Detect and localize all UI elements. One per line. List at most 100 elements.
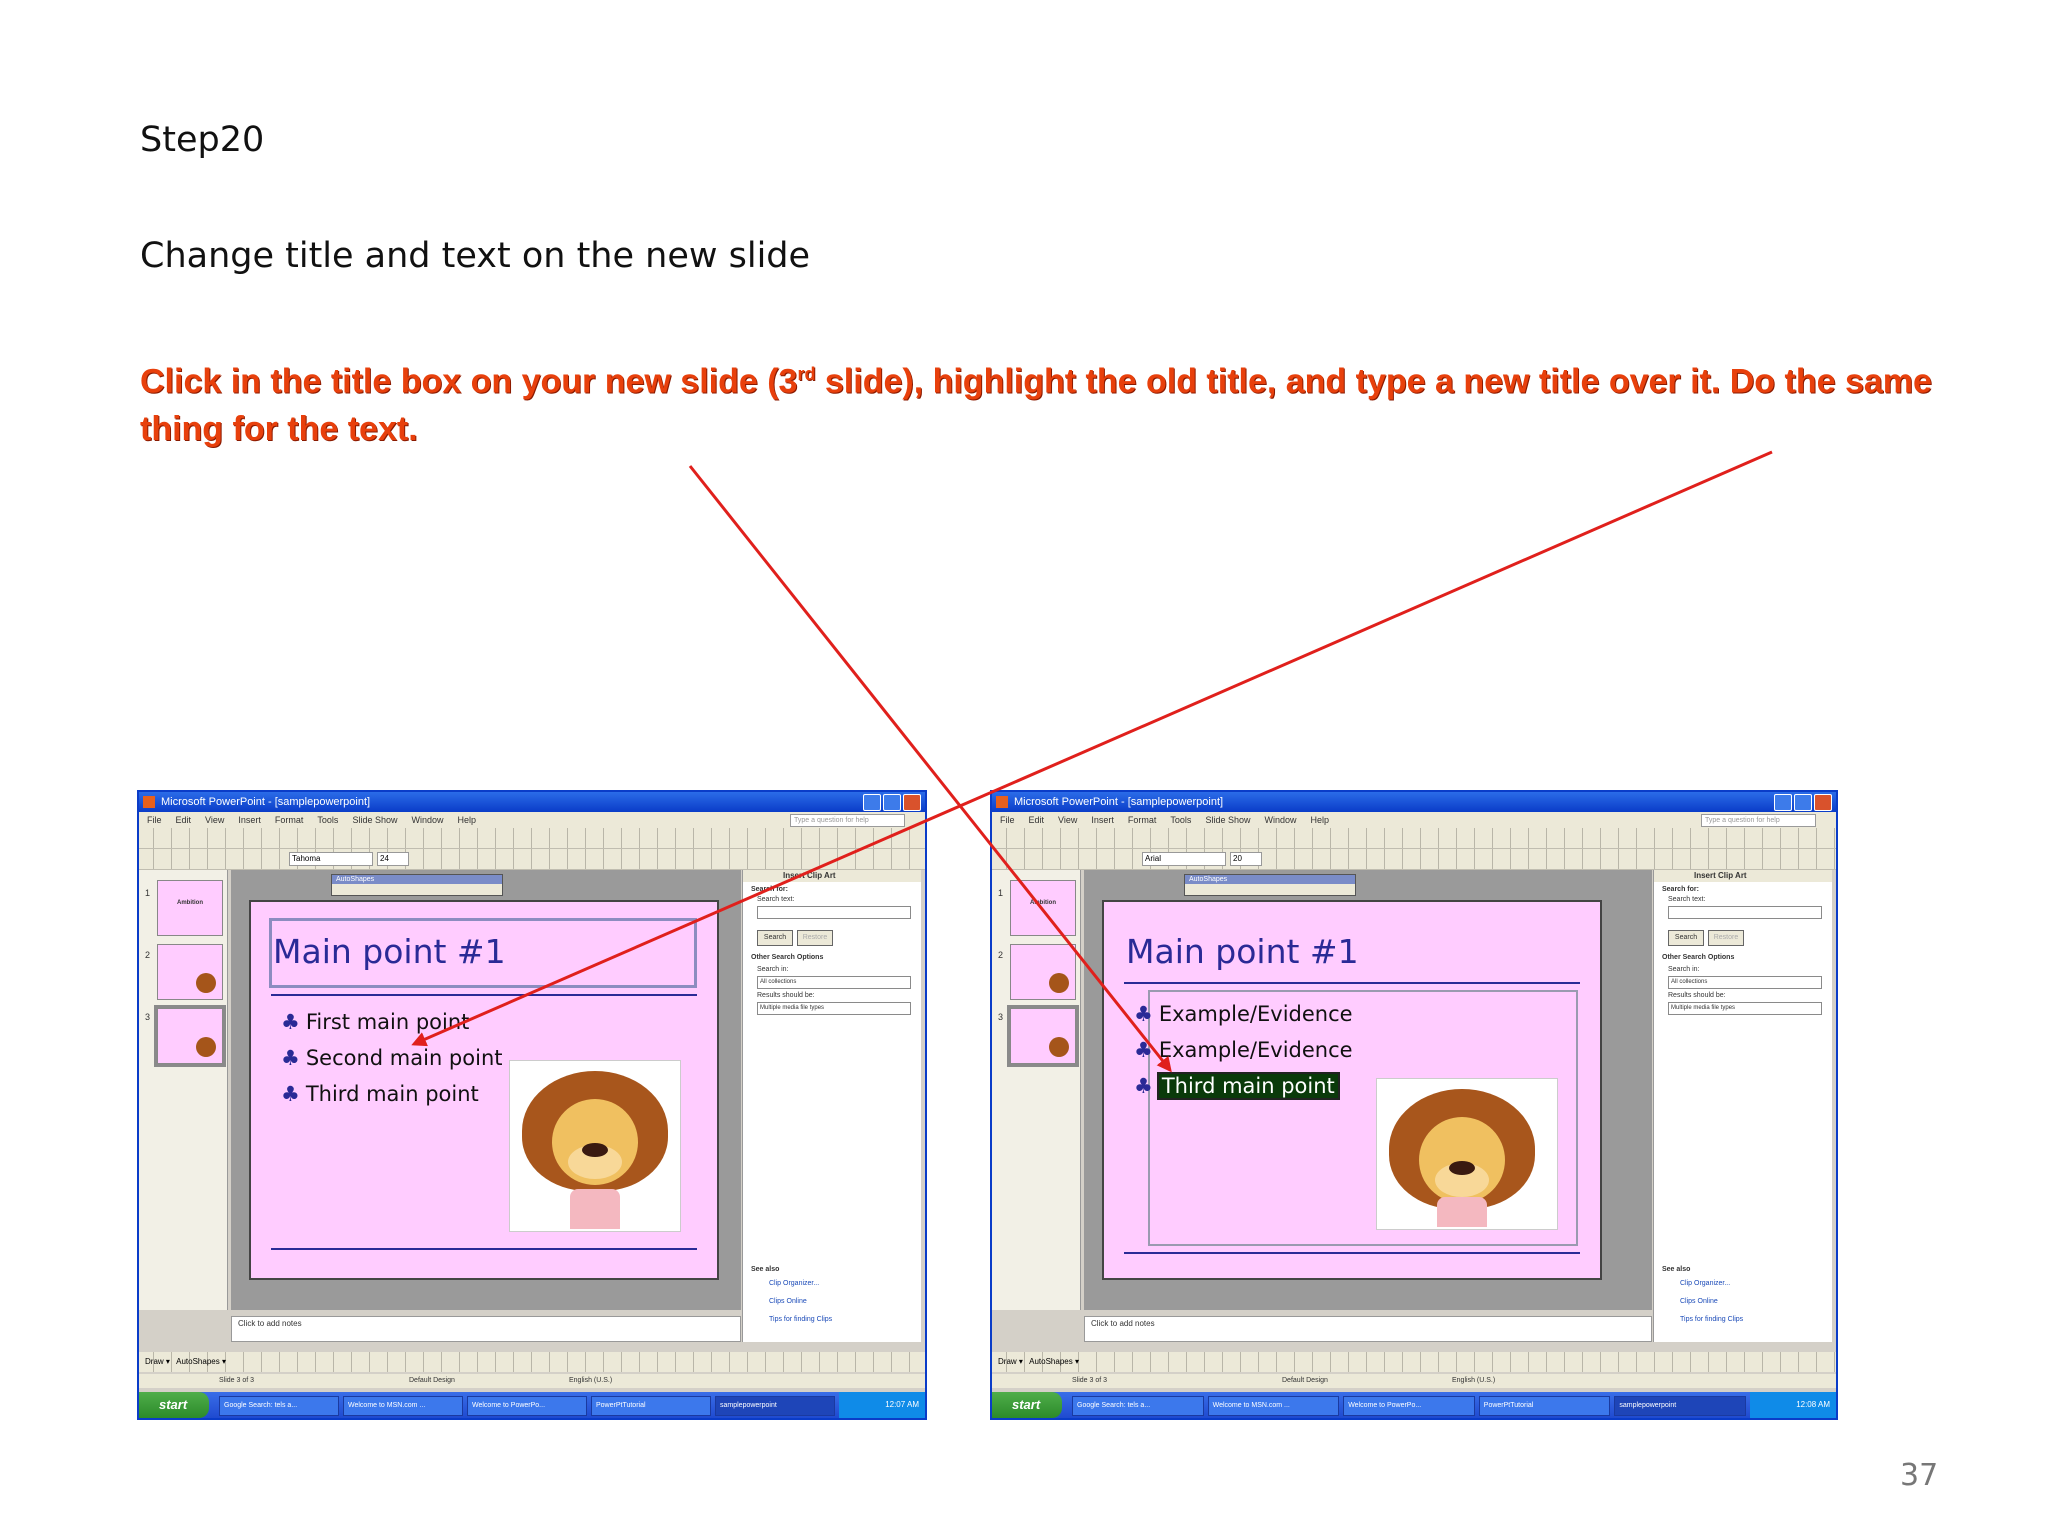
menu-format[interactable]: Format bbox=[1128, 815, 1157, 825]
font-size-select[interactable]: 20 bbox=[1230, 852, 1262, 866]
taskbar-item[interactable]: PowerPtTutorial bbox=[1478, 1396, 1611, 1416]
slide-title[interactable]: Main point #1 bbox=[1126, 932, 1359, 971]
autoshapes-menu[interactable]: AutoShapes bbox=[1029, 1357, 1073, 1366]
autoshapes-toolbar[interactable]: AutoShapes bbox=[1184, 874, 1356, 896]
drawing-toolbar[interactable]: Draw ▾ AutoShapes ▾ bbox=[992, 1352, 1836, 1372]
standard-toolbar[interactable] bbox=[992, 828, 1836, 849]
tips-link[interactable]: Tips for finding Clips bbox=[1680, 1316, 1743, 1323]
notes-pane[interactable]: Click to add notes bbox=[231, 1316, 741, 1342]
taskbar-item[interactable]: samplepowerpoint bbox=[1614, 1396, 1746, 1416]
menu-slideshow[interactable]: Slide Show bbox=[1205, 815, 1250, 825]
clip-organizer-link[interactable]: Clip Organizer... bbox=[1680, 1280, 1730, 1287]
font-size-select[interactable]: 24 bbox=[377, 852, 409, 866]
close-button[interactable] bbox=[1814, 794, 1832, 811]
slide-canvas[interactable]: Main point #1 ♣ Example/Evidence ♣ Example… bbox=[1102, 900, 1602, 1280]
taskbar-item[interactable]: Google Search: tels a... bbox=[219, 1396, 339, 1416]
menu-view[interactable]: View bbox=[205, 815, 224, 825]
tips-link[interactable]: Tips for finding Clips bbox=[769, 1316, 832, 1323]
search-text-input[interactable] bbox=[757, 906, 911, 919]
slide-thumb-1[interactable]: Ambition bbox=[1010, 880, 1076, 936]
club-bullet-icon: ♣ bbox=[281, 1082, 300, 1106]
menu-help[interactable]: Help bbox=[1310, 815, 1329, 825]
slide-thumb-2[interactable] bbox=[157, 944, 223, 1000]
lion-clipart[interactable] bbox=[1376, 1078, 1558, 1230]
taskbar-item[interactable]: Welcome to PowerPo... bbox=[1343, 1396, 1475, 1416]
taskbar-item[interactable]: Welcome to PowerPo... bbox=[467, 1396, 587, 1416]
thumb-number: 3 bbox=[998, 1012, 1004, 1022]
menu-file[interactable]: File bbox=[1000, 815, 1015, 825]
minimize-button[interactable] bbox=[1774, 794, 1792, 811]
standard-toolbar[interactable] bbox=[139, 828, 925, 849]
search-in-select[interactable]: All collections bbox=[757, 976, 911, 989]
taskbar-item[interactable]: Welcome to MSN.com ... bbox=[343, 1396, 463, 1416]
see-also-label: See also bbox=[1662, 1266, 1691, 1273]
menu-edit[interactable]: Edit bbox=[176, 815, 192, 825]
menu-window[interactable]: Window bbox=[411, 815, 443, 825]
clips-online-link[interactable]: Clips Online bbox=[769, 1298, 807, 1305]
taskbar-item[interactable]: Google Search: tels a... bbox=[1072, 1396, 1204, 1416]
bullet-item[interactable]: ♣ Example/Evidence bbox=[1134, 1038, 1353, 1062]
start-button[interactable]: start bbox=[992, 1392, 1062, 1418]
slide-title[interactable]: Main point #1 bbox=[273, 932, 506, 971]
drawing-toolbar[interactable]: Draw ▾ AutoShapes ▾ bbox=[139, 1352, 925, 1372]
minimize-button[interactable] bbox=[863, 794, 881, 811]
menu-view[interactable]: View bbox=[1058, 815, 1077, 825]
menu-edit[interactable]: Edit bbox=[1029, 815, 1045, 825]
instruction-text: Click in the title box on your new slide… bbox=[140, 350, 2020, 453]
system-tray-clock: 12:08 AM bbox=[1750, 1392, 1836, 1418]
bullet-text: Example/Evidence bbox=[1158, 1038, 1353, 1062]
menu-help[interactable]: Help bbox=[457, 815, 476, 825]
results-select[interactable]: Multiple media file types bbox=[757, 1002, 911, 1015]
taskbar-item[interactable]: PowerPtTutorial bbox=[591, 1396, 711, 1416]
menu-insert[interactable]: Insert bbox=[238, 815, 261, 825]
menu-slideshow[interactable]: Slide Show bbox=[352, 815, 397, 825]
menu-format[interactable]: Format bbox=[275, 815, 304, 825]
menu-file[interactable]: File bbox=[147, 815, 162, 825]
slide-canvas[interactable]: Main point #1 ♣ First main point ♣ Second … bbox=[249, 900, 719, 1280]
clip-organizer-link[interactable]: Clip Organizer... bbox=[769, 1280, 819, 1287]
clip-art-task-pane: Insert Clip Art Search for: Search text:… bbox=[742, 870, 921, 1342]
help-search-input[interactable]: Type a question for help bbox=[1701, 814, 1816, 827]
font-name-select[interactable]: Arial bbox=[1142, 852, 1226, 866]
formatting-toolbar[interactable]: Tahoma 24 bbox=[139, 849, 925, 870]
search-in-select[interactable]: All collections bbox=[1668, 976, 1822, 989]
formatting-toolbar[interactable]: Arial 20 bbox=[992, 849, 1836, 870]
slide-thumb-2[interactable] bbox=[1010, 944, 1076, 1000]
bullet-item[interactable]: ♣ Third main point bbox=[1134, 1072, 1340, 1100]
bullet-item[interactable]: ♣ Third main point bbox=[281, 1082, 479, 1106]
autoshapes-toolbar[interactable]: AutoShapes bbox=[331, 874, 503, 896]
close-button[interactable] bbox=[903, 794, 921, 811]
lion-thumb-icon bbox=[1049, 973, 1069, 993]
draw-menu[interactable]: Draw bbox=[145, 1357, 164, 1366]
lion-clipart[interactable] bbox=[509, 1060, 681, 1232]
menu-insert[interactable]: Insert bbox=[1091, 815, 1114, 825]
maximize-button[interactable] bbox=[1794, 794, 1812, 811]
search-button[interactable]: Search bbox=[1668, 930, 1704, 946]
menu-window[interactable]: Window bbox=[1264, 815, 1296, 825]
footer-underline bbox=[271, 1248, 697, 1250]
restore-button[interactable]: Restore bbox=[1708, 930, 1744, 946]
bullet-item[interactable]: ♣ Second main point bbox=[281, 1046, 503, 1070]
bullet-item[interactable]: ♣ First main point bbox=[281, 1010, 469, 1034]
taskbar-item[interactable]: Welcome to MSN.com ... bbox=[1207, 1396, 1340, 1416]
search-for-label: Search for: bbox=[1662, 886, 1699, 893]
search-text-input[interactable] bbox=[1668, 906, 1822, 919]
slide-thumb-1[interactable]: Ambition bbox=[157, 880, 223, 936]
results-select[interactable]: Multiple media file types bbox=[1668, 1002, 1822, 1015]
font-name-select[interactable]: Tahoma bbox=[289, 852, 373, 866]
help-search-input[interactable]: Type a question for help bbox=[790, 814, 905, 827]
start-button[interactable]: start bbox=[139, 1392, 209, 1418]
restore-button[interactable]: Restore bbox=[797, 930, 833, 946]
clips-online-link[interactable]: Clips Online bbox=[1680, 1298, 1718, 1305]
notes-pane[interactable]: Click to add notes bbox=[1084, 1316, 1652, 1342]
draw-menu[interactable]: Draw bbox=[998, 1357, 1017, 1366]
bullet-item[interactable]: ♣ Example/Evidence bbox=[1134, 1002, 1353, 1026]
maximize-button[interactable] bbox=[883, 794, 901, 811]
slide-thumb-3[interactable] bbox=[154, 1005, 226, 1067]
autoshapes-menu[interactable]: AutoShapes bbox=[176, 1357, 220, 1366]
menu-tools[interactable]: Tools bbox=[1170, 815, 1191, 825]
search-button[interactable]: Search bbox=[757, 930, 793, 946]
menu-tools[interactable]: Tools bbox=[317, 815, 338, 825]
slide-thumb-3[interactable] bbox=[1007, 1005, 1079, 1067]
taskbar-item[interactable]: samplepowerpoint bbox=[715, 1396, 835, 1416]
